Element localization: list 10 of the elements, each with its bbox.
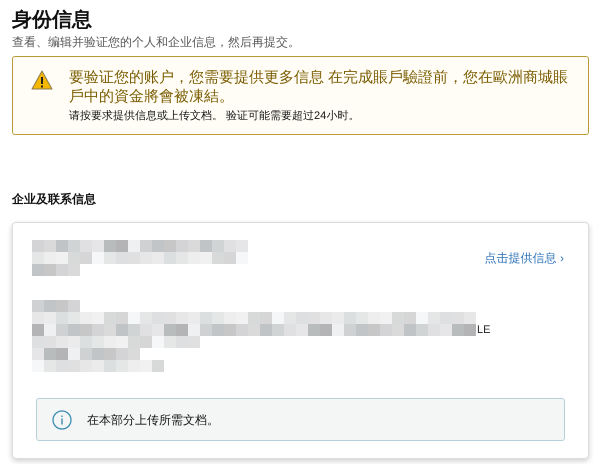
info-icon [52, 410, 72, 430]
notice-text: 在本部分上传所需文档。 [87, 412, 219, 428]
alert-heading: 要验证您的账户，您需要提供更多信息 在完成賬戶驗證前，您在歐洲商城賬戶中的資金將會被凍結。 [69, 68, 570, 106]
warning-icon [31, 70, 53, 90]
provide-info-link[interactable]: 点击提供信息 › [484, 249, 564, 267]
page-title: 身份信息 [12, 8, 93, 32]
page-subtitle: 查看、编辑并验证您的个人和企业信息，然后再提交。 [12, 34, 301, 50]
section-heading: 企业及联系信息 [12, 191, 97, 208]
address-text: LE [477, 323, 490, 338]
alert-message: 请按要求提供信息或上传文档。 验证可能需要超过24小时。 [69, 109, 360, 123]
